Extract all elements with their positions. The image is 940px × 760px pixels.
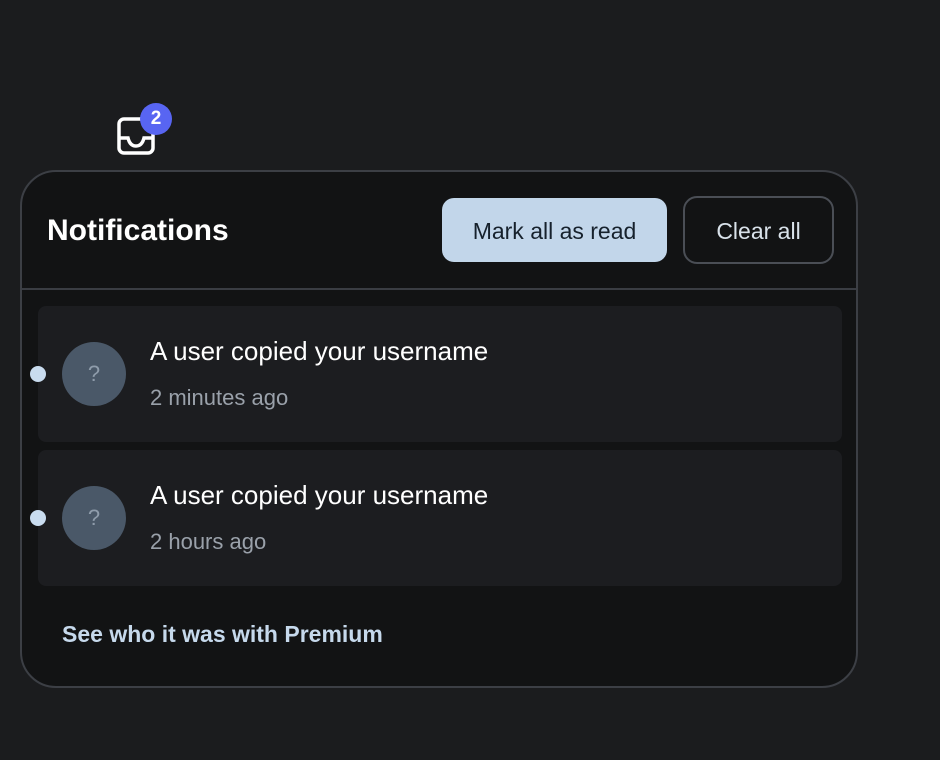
notification-item[interactable]: ? A user copied your username 2 minutes …	[30, 306, 842, 442]
notification-title: A user copied your username	[150, 480, 489, 510]
avatar: ?	[62, 342, 126, 406]
notification-time: 2 minutes ago	[150, 385, 289, 410]
panel-header: Notifications Mark all as read Clear all	[22, 172, 856, 290]
mark-all-read-button[interactable]: Mark all as read	[442, 198, 667, 262]
unread-dot	[30, 366, 46, 382]
notification-item[interactable]: ? A user copied your username 2 hours ag…	[30, 450, 842, 586]
unread-dot	[30, 510, 46, 526]
notification-time: 2 hours ago	[150, 529, 267, 554]
notification-title: A user copied your username	[150, 336, 489, 366]
notification-count-badge: 2	[140, 103, 172, 135]
notifications-panel: Notifications Mark all as read Clear all…	[20, 170, 858, 688]
avatar: ?	[62, 486, 126, 550]
inbox-button[interactable]: 2	[116, 103, 172, 156]
clear-all-button[interactable]: Clear all	[683, 196, 834, 264]
premium-link[interactable]: See who it was with Premium	[62, 621, 383, 648]
panel-title: Notifications	[47, 214, 229, 247]
